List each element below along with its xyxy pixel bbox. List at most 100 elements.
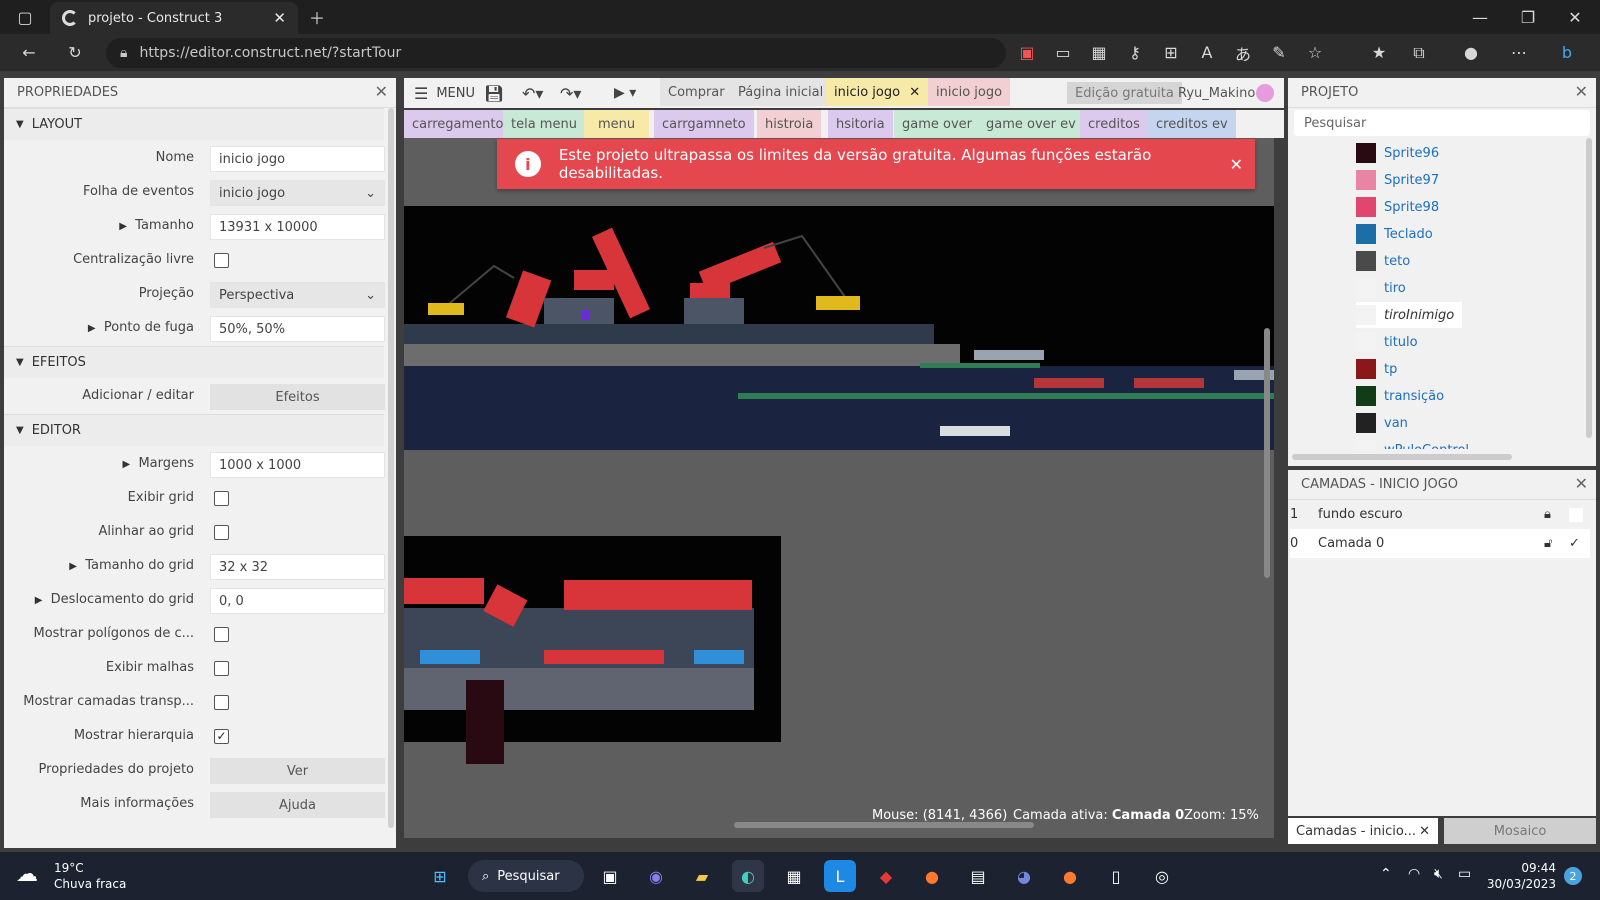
layer-row-fundo-escuro[interactable]: 1 fundo escuro 🔒︎: [1290, 500, 1590, 529]
section-effects[interactable]: ▼ EFEITOS: [4, 346, 384, 378]
apps-icon[interactable]: ▦: [1084, 34, 1114, 71]
back-icon[interactable]: ←: [14, 34, 44, 71]
snap-grid-checkbox[interactable]: [214, 525, 229, 540]
tab-game-over-ev[interactable]: game over ev: [978, 110, 1084, 138]
favorites-icon[interactable]: ★: [1364, 34, 1394, 71]
mcafee-icon[interactable]: ◆: [870, 860, 902, 892]
tab-histroia[interactable]: histroia: [757, 110, 822, 138]
play-icon[interactable]: ▶ ▾: [614, 78, 636, 108]
tab-menu[interactable]: menu: [584, 110, 650, 138]
taskbar-search[interactable]: ⌕ Pesquisar: [468, 860, 584, 892]
object-item[interactable]: Sprite97: [1356, 167, 1439, 193]
visible-check-icon[interactable]: ✓: [1569, 536, 1580, 551]
bing-icon[interactable]: b: [1552, 34, 1582, 71]
object-item[interactable]: Teclado: [1356, 221, 1433, 247]
tab-creditos[interactable]: creditos: [1080, 110, 1148, 138]
close-tab-icon[interactable]: ✕: [273, 9, 286, 27]
wifi-icon[interactable]: ◠: [1408, 866, 1420, 882]
close-project-icon[interactable]: ✕: [1575, 82, 1588, 101]
close-banner-icon[interactable]: ✕: [1230, 155, 1243, 174]
help-button[interactable]: Ajuda: [210, 792, 385, 818]
projection-select[interactable]: Perspectiva ⌄: [210, 282, 385, 308]
start-icon[interactable]: ⊞: [424, 860, 456, 892]
edit-icon[interactable]: ✎: [1264, 34, 1294, 71]
object-item[interactable]: tiro: [1356, 275, 1406, 301]
expand-icon[interactable]: ▶: [69, 561, 77, 572]
tab-tela-menu[interactable]: tela menu: [503, 110, 585, 138]
clock[interactable]: 09:44 30/03/2023: [1486, 860, 1556, 892]
volume-muted-icon[interactable]: 🔇︎: [1434, 866, 1443, 882]
media-icon[interactable]: ◎: [1146, 860, 1178, 892]
username[interactable]: Ryu_Makino: [1178, 78, 1255, 108]
app-orange2-icon[interactable]: ●: [1054, 860, 1086, 892]
url-field[interactable]: 🔒︎ https://editor.construct.net/?startTo…: [106, 38, 1006, 68]
minimize-icon[interactable]: —: [1465, 0, 1495, 34]
redo-icon[interactable]: ↷▾: [560, 78, 581, 108]
project-scrollbar[interactable]: [1586, 138, 1592, 438]
object-item[interactable]: transição: [1356, 383, 1444, 409]
layer-row-camada-0[interactable]: 0 Camada 0 🔓︎ ✓: [1290, 529, 1590, 558]
meshes-checkbox[interactable]: [214, 661, 229, 676]
layout-canvas[interactable]: [404, 138, 1274, 838]
avatar[interactable]: [1256, 84, 1274, 102]
task-view-icon[interactable]: ▣: [594, 860, 626, 892]
object-item[interactable]: tiroInimigo: [1356, 302, 1463, 328]
size-field[interactable]: 13931 x 10000: [210, 214, 385, 240]
favorite-add-icon[interactable]: ☆: [1300, 34, 1330, 71]
tab-layers-bottom[interactable]: Camadas - inicio... ✕: [1288, 818, 1438, 844]
profile-icon[interactable]: ●: [1456, 34, 1486, 71]
app-orange-icon[interactable]: ●: [916, 860, 948, 892]
object-item[interactable]: van: [1356, 410, 1408, 436]
chat-icon[interactable]: ◉: [640, 860, 672, 892]
visibility-checkbox[interactable]: [1569, 507, 1583, 522]
unlock-icon[interactable]: 🔓︎: [1544, 536, 1552, 551]
tab-game-over[interactable]: game over: [894, 110, 981, 138]
close-layers-icon[interactable]: ✕: [1575, 474, 1588, 493]
object-item[interactable]: Sprite96: [1356, 140, 1439, 166]
read-aloud-icon[interactable]: A: [1192, 34, 1222, 71]
tab-layout-inicio-jogo[interactable]: inicio jogo ✕: [826, 78, 929, 106]
event-sheet-select[interactable]: inicio jogo ⌄: [210, 180, 385, 206]
name-field[interactable]: inicio jogo: [210, 146, 385, 172]
close-tab-icon[interactable]: ✕: [1419, 824, 1430, 839]
object-item[interactable]: teto: [1356, 248, 1410, 274]
grid-offset-field[interactable]: 0, 0: [210, 588, 385, 614]
maximize-icon[interactable]: ❐: [1513, 0, 1543, 34]
lock-icon[interactable]: 🔒︎: [1544, 507, 1551, 522]
section-editor[interactable]: ▼ EDITOR: [4, 414, 384, 446]
tab-carregamento[interactable]: carregamento: [404, 110, 512, 138]
properties-scrollbar[interactable]: [388, 108, 394, 828]
object-item[interactable]: titulo: [1356, 329, 1418, 355]
tray-chevron-icon[interactable]: ⌃: [1380, 866, 1392, 882]
project-search-input[interactable]: Pesquisar: [1294, 110, 1590, 136]
weather-icon[interactable]: ☁: [16, 862, 38, 887]
buy-button[interactable]: Comprar: [660, 78, 733, 106]
extension-icon[interactable]: ▣: [1012, 34, 1042, 71]
l-app-icon[interactable]: L: [824, 860, 856, 892]
effects-button[interactable]: Efeitos: [210, 384, 385, 410]
key-icon[interactable]: ⚷: [1120, 34, 1150, 71]
close-properties-icon[interactable]: ✕: [375, 82, 388, 101]
notification-badge[interactable]: 2: [1564, 867, 1582, 885]
project-hscrollbar[interactable]: [1292, 454, 1512, 460]
collections-icon[interactable]: ⧉: [1404, 34, 1434, 71]
notepad-icon[interactable]: ▯: [1100, 860, 1132, 892]
show-grid-checkbox[interactable]: [214, 491, 229, 506]
section-layout[interactable]: ▼ LAYOUT: [4, 108, 384, 140]
reload-icon[interactable]: ↻: [60, 34, 90, 71]
tab-hsitoria[interactable]: hsitoria: [828, 110, 893, 138]
home-tab[interactable]: Página inicial: [730, 78, 832, 106]
discord-icon[interactable]: ◕: [1008, 860, 1040, 892]
object-item[interactable]: Sprite98: [1356, 194, 1439, 220]
battery-icon[interactable]: ▭: [1458, 866, 1471, 882]
edge-icon[interactable]: ◐: [732, 860, 764, 892]
tab-events-inicio-jogo[interactable]: inicio jogo: [928, 78, 1011, 106]
tab-actions-icon[interactable]: ▢: [10, 0, 40, 34]
tab-creditos-ev[interactable]: creditos ev: [1148, 110, 1236, 138]
view-project-button[interactable]: Ver: [210, 758, 385, 784]
weather-widget[interactable]: 19°C Chuva fraca: [54, 860, 126, 892]
more-icon[interactable]: ⋯: [1504, 34, 1534, 71]
canvas-scrollbar[interactable]: [1264, 328, 1270, 578]
expand-icon[interactable]: ▶: [122, 459, 130, 470]
object-item[interactable]: tp: [1356, 356, 1397, 382]
